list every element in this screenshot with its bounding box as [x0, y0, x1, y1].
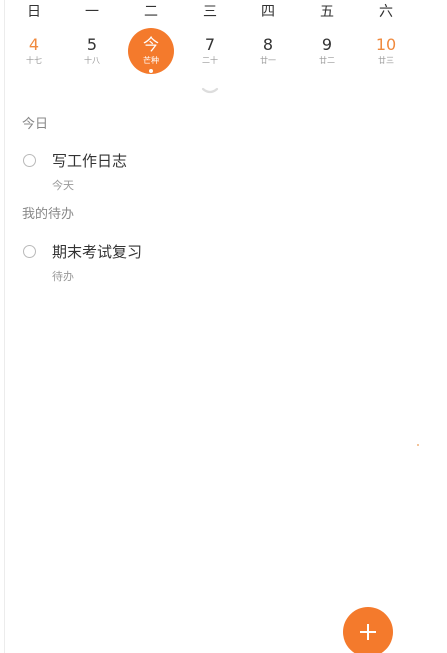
day-lunar: 二十	[202, 56, 218, 65]
plus-icon	[360, 624, 376, 640]
weekday-sun: 日	[27, 4, 41, 20]
todo-calendar-screen: 日 一 二 三 四 五 六 4 十七 5 十八 今 芒种 7 二十 8 廿一 9	[0, 0, 447, 653]
weekday-wed: 三	[203, 4, 217, 20]
section-title-my-todos: 我的待办	[22, 207, 75, 222]
todo-title: 期末考试复习	[52, 243, 143, 261]
todo-subtitle: 待办	[52, 270, 74, 283]
day-cell-5[interactable]: 5 十八	[69, 28, 115, 74]
decorative-dot	[417, 444, 419, 446]
day-lunar: 十七	[26, 56, 42, 65]
day-lunar: 廿三	[378, 56, 394, 65]
day-number: 今	[142, 35, 159, 54]
day-number: 5	[86, 35, 98, 54]
circle-outline-icon[interactable]	[23, 245, 36, 258]
day-number: 4	[28, 35, 40, 54]
weekday-sat: 六	[379, 4, 393, 20]
circle-outline-icon[interactable]	[23, 154, 36, 167]
todo-title: 写工作日志	[52, 152, 128, 170]
day-lunar: 廿一	[260, 56, 276, 65]
weekday-mon: 一	[85, 4, 99, 20]
todo-item[interactable]: 写工作日志 今天	[20, 152, 420, 196]
todo-subtitle: 今天	[52, 179, 74, 192]
day-cell-9[interactable]: 9 廿二	[304, 28, 350, 74]
week-date-strip: 4 十七 5 十八 今 芒种 7 二十 8 廿一 9 廿二 10 廿三	[0, 28, 420, 80]
weekday-tue: 二	[144, 4, 158, 20]
add-todo-button[interactable]	[343, 607, 393, 653]
left-edge-divider	[4, 0, 5, 653]
day-number: 9	[321, 35, 333, 54]
day-cell-10[interactable]: 10 廿三	[363, 28, 409, 74]
day-lunar: 十八	[84, 56, 100, 65]
day-cell-today[interactable]: 今 芒种	[128, 28, 174, 74]
day-number: 10	[375, 35, 397, 54]
day-number: 7	[204, 35, 216, 54]
weekday-fri: 五	[320, 4, 334, 20]
day-number: 8	[262, 35, 274, 54]
day-lunar: 芒种	[143, 56, 159, 65]
todo-item[interactable]: 期末考试复习 待办	[20, 243, 420, 287]
day-cell-7[interactable]: 7 二十	[187, 28, 233, 74]
day-lunar: 廿二	[319, 56, 335, 65]
chevron-down-icon[interactable]	[198, 84, 222, 98]
day-cell-4[interactable]: 4 十七	[11, 28, 57, 74]
weekday-header: 日 一 二 三 四 五 六	[0, 2, 420, 24]
weekday-thu: 四	[261, 4, 275, 20]
section-title-today: 今日	[22, 117, 49, 132]
day-cell-8[interactable]: 8 廿一	[245, 28, 291, 74]
today-dot	[149, 69, 153, 73]
